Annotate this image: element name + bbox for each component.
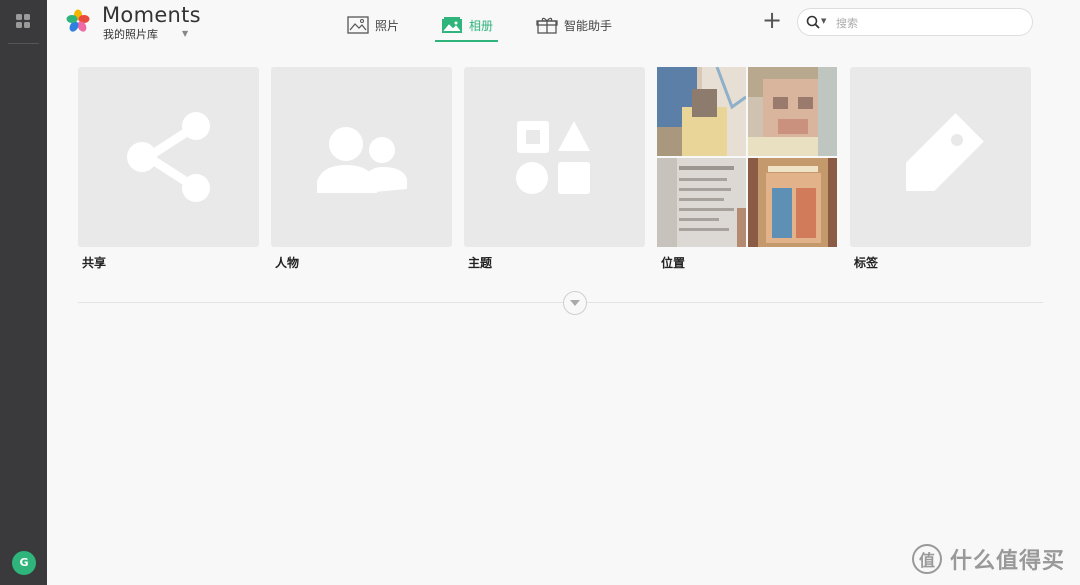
chevron-down-icon[interactable]: ▼ xyxy=(182,29,188,38)
album-card-people[interactable] xyxy=(271,67,452,247)
album-label: 标签 xyxy=(854,256,879,270)
album-label: 位置 xyxy=(661,256,686,270)
tab-label: 相册 xyxy=(469,18,494,33)
tab-label: 照片 xyxy=(375,18,400,33)
album-card-locations[interactable] xyxy=(657,67,838,247)
app-grid-icon[interactable] xyxy=(15,13,31,29)
photo-icon xyxy=(347,16,369,34)
album-card-topics[interactable] xyxy=(464,67,645,247)
album-icon xyxy=(442,17,462,33)
watermark-logo-icon: 值 xyxy=(912,544,942,574)
expand-button[interactable] xyxy=(563,291,587,315)
tab-photos[interactable]: 照片 xyxy=(347,10,399,40)
moments-logo-icon xyxy=(66,9,90,32)
search-icon[interactable] xyxy=(806,15,820,29)
search-options-caret-icon[interactable]: ▼ xyxy=(821,17,826,25)
tab-label: 智能助手 xyxy=(564,18,613,33)
rail-divider xyxy=(8,43,39,44)
photo-thumbnail xyxy=(657,67,746,156)
photo-thumbnail xyxy=(748,158,837,247)
search-box[interactable]: ▼ xyxy=(797,8,1033,36)
chevron-down-icon xyxy=(570,300,580,306)
section-divider xyxy=(78,302,1043,303)
app-title: Moments xyxy=(102,3,201,27)
gift-icon xyxy=(536,17,558,34)
photo-thumbnail xyxy=(657,158,746,247)
tab-assistant[interactable]: 智能助手 xyxy=(536,10,612,40)
active-tab-underline xyxy=(435,40,498,42)
people-icon xyxy=(317,127,407,193)
shapes-icon xyxy=(516,121,590,194)
album-label: 共享 xyxy=(82,256,107,270)
search-input[interactable] xyxy=(834,13,1018,33)
add-button[interactable]: + xyxy=(762,8,782,32)
tab-albums[interactable]: 相册 xyxy=(441,10,493,40)
album-card-share[interactable] xyxy=(78,67,259,247)
top-header: Moments 我的照片库 ▼ 照片 相册 智能助手 + ▼ 搜索 xyxy=(47,0,1080,47)
watermark-text: 什么值得买 xyxy=(950,549,1066,574)
left-rail: G xyxy=(0,0,47,585)
photo-thumbnail xyxy=(748,67,837,156)
album-label: 人物 xyxy=(275,256,300,270)
album-card-tags[interactable] xyxy=(850,67,1031,247)
share-icon xyxy=(127,112,210,202)
site-watermark: 值 什么值得买 xyxy=(912,543,1065,575)
library-selector[interactable]: 我的照片库 xyxy=(103,26,158,42)
album-label: 主题 xyxy=(468,256,493,270)
user-avatar[interactable]: G xyxy=(12,551,36,575)
tag-icon xyxy=(906,113,984,191)
